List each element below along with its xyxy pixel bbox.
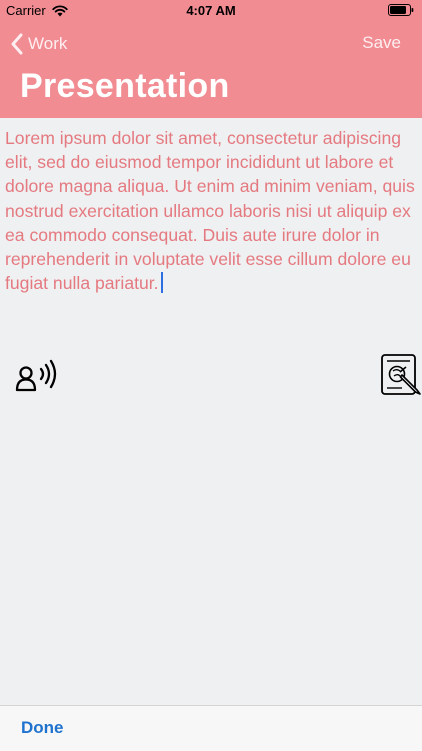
note-text: Lorem ipsum dolor sit amet, consectetur …	[5, 128, 415, 294]
document-edit-icon[interactable]	[380, 353, 422, 397]
battery-icon	[388, 4, 414, 16]
text-cursor	[160, 272, 163, 294]
speak-icon[interactable]	[15, 357, 61, 395]
keyboard-accessory-bar: Done	[0, 705, 422, 751]
save-button[interactable]: Save	[362, 33, 401, 53]
back-button-label: Work	[28, 34, 68, 53]
note-text-area[interactable]: Lorem ipsum dolor sit amet, consectetur …	[5, 126, 419, 295]
status-bar: Carrier 4:07 AM	[0, 0, 422, 22]
page-title: Presentation	[20, 67, 230, 105]
done-button[interactable]: Done	[21, 718, 64, 738]
chevron-left-icon	[11, 33, 23, 55]
back-button[interactable]: Work	[10, 31, 67, 57]
navigation-header: Carrier 4:07 AM Work Save Presentation	[0, 0, 422, 118]
status-time: 4:07 AM	[186, 3, 236, 18]
